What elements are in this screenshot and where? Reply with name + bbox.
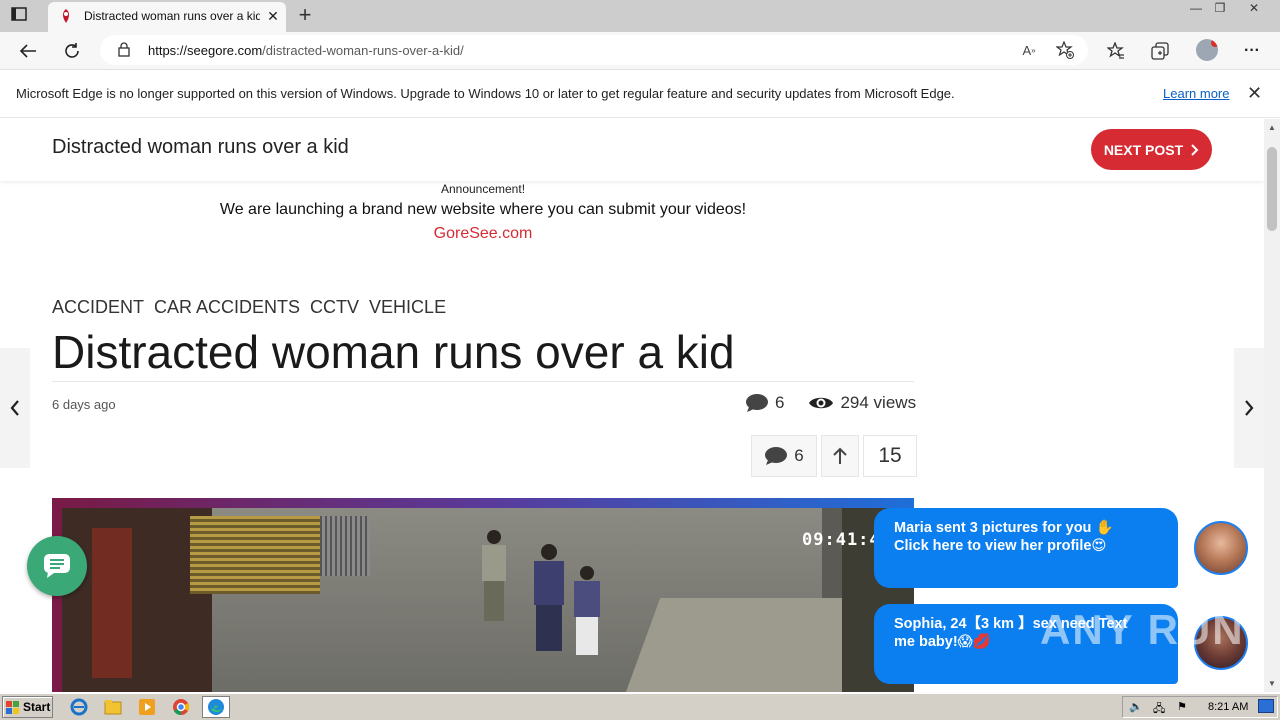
video-player[interactable]: 09:41:4: [52, 498, 914, 692]
view-count: 294 views: [840, 393, 917, 412]
browser-tab[interactable]: Distracted woman runs over a kid ✕: [48, 2, 286, 32]
chat-button[interactable]: [27, 536, 87, 596]
taskbar-clock: 8:21 AM: [1208, 701, 1249, 713]
chat-icon: [44, 554, 70, 578]
volume-icon[interactable]: 🔈: [1129, 700, 1143, 713]
category-tag[interactable]: CCTV: [310, 297, 359, 318]
title-divider: [52, 381, 914, 382]
video-shutter-2: [320, 516, 370, 576]
lock-icon[interactable]: [118, 42, 130, 62]
next-post-button[interactable]: NEXT POST: [1091, 129, 1212, 170]
video-child-figure: [482, 530, 506, 625]
collections-icon[interactable]: [1148, 39, 1172, 63]
video-child-figure: [574, 566, 600, 658]
comment-count: 6: [775, 393, 785, 412]
url-domain: https://seegore.com: [148, 43, 263, 58]
notification-line-2: Click here to view her profile😍: [894, 538, 1107, 554]
sticky-header: Distracted woman runs over a kid NEXT PO…: [0, 119, 1264, 181]
system-tray: 🔈 🖧 ⚑: [1122, 696, 1278, 718]
eye-icon: [809, 397, 834, 409]
unsupported-os-infobar: Microsoft Edge is no longer supported on…: [0, 71, 1280, 118]
url-path: /distracted-woman-runs-over-a-kid/: [262, 43, 464, 58]
vote-count: 15: [863, 435, 917, 477]
network-icon[interactable]: 🖧: [1153, 700, 1165, 719]
new-tab-button[interactable]: +: [294, 4, 316, 27]
announcement-heading: Announcement!: [440, 182, 526, 196]
comments-button-count: 6: [794, 446, 804, 465]
window-close-button[interactable]: ✕: [1242, 0, 1266, 18]
announcement-text: We are launching a brand new website whe…: [219, 201, 747, 218]
ie-icon[interactable]: [70, 698, 88, 716]
notification-line-1: Maria sent 3 pictures for you ✋: [894, 520, 1114, 536]
category-tag[interactable]: CAR ACCIDENTS: [154, 297, 300, 318]
next-post-arrow[interactable]: [1234, 348, 1264, 468]
windows-logo-icon: [6, 700, 19, 714]
start-button[interactable]: Start: [2, 696, 53, 718]
scrollbar-thumb[interactable]: [1267, 147, 1277, 231]
chrome-icon[interactable]: [172, 698, 190, 716]
chevron-right-icon: [1245, 400, 1254, 416]
browser-toolbar: https://seegore.com/distracted-woman-run…: [0, 32, 1280, 70]
learn-more-link[interactable]: Learn more: [1163, 86, 1229, 101]
prev-post-arrow[interactable]: [0, 348, 30, 468]
refresh-icon[interactable]: [60, 39, 84, 63]
edge-icon: [208, 699, 224, 715]
read-aloud-icon[interactable]: A»: [1018, 39, 1040, 61]
scroll-up-icon[interactable]: ▲: [1267, 123, 1277, 132]
add-favorite-icon[interactable]: [1054, 39, 1076, 61]
video-child-figure: [534, 544, 564, 656]
back-icon[interactable]: [16, 39, 40, 63]
post-actions: 6 15: [751, 435, 917, 477]
category-tag[interactable]: VEHICLE: [369, 297, 446, 318]
flag-icon[interactable]: ⚑: [1177, 700, 1187, 713]
comments-button[interactable]: 6: [751, 435, 817, 477]
post-date: 6 days ago: [52, 397, 116, 412]
folder-icon[interactable]: [104, 698, 122, 716]
address-bar[interactable]: https://seegore.com/distracted-woman-run…: [100, 35, 1088, 65]
notification-avatar[interactable]: [1194, 521, 1248, 575]
page-scrollbar[interactable]: ▲ ▼: [1264, 119, 1280, 692]
upvote-button[interactable]: [821, 435, 859, 477]
minimize-button[interactable]: —: [1184, 0, 1208, 18]
tab-bar: Distracted woman runs over a kid ✕ + — ❐…: [0, 0, 1280, 32]
chevron-left-icon: [10, 400, 19, 416]
next-post-label: NEXT POST: [1103, 141, 1184, 158]
category-list: ACCIDENT CAR ACCIDENTS CCTV VEHICLE: [52, 297, 446, 318]
category-tag[interactable]: ACCIDENT: [52, 297, 144, 318]
restore-button[interactable]: ❐: [1208, 0, 1232, 18]
chevron-right-icon: [1191, 143, 1199, 156]
video-shutter: [190, 516, 320, 594]
scroll-down-icon[interactable]: ▼: [1267, 679, 1277, 688]
notification-bubble[interactable]: Maria sent 3 pictures for you ✋ Click he…: [874, 508, 1178, 588]
comment-icon: [765, 447, 788, 465]
anyrun-watermark: ANY RUN: [1040, 606, 1245, 653]
arrow-up-icon: [833, 447, 847, 464]
infobar-close-icon[interactable]: ✕: [1247, 83, 1262, 103]
comment-icon: [746, 394, 768, 412]
url-text[interactable]: https://seegore.com/distracted-woman-run…: [148, 43, 464, 58]
more-menu-icon[interactable]: ···: [1240, 39, 1264, 63]
edge-taskbar-button[interactable]: [202, 696, 230, 718]
tab-title: Distracted woman runs over a kid: [84, 9, 260, 23]
infobar-message: Microsoft Edge is no longer supported on…: [16, 86, 955, 101]
video-frame[interactable]: 09:41:4: [62, 508, 914, 692]
show-desktop-icon[interactable]: [1258, 699, 1274, 713]
announcement-link[interactable]: GoreSee.com: [52, 225, 914, 243]
profile-avatar[interactable]: [1196, 39, 1218, 61]
media-player-icon[interactable]: [138, 698, 156, 716]
start-label: Start: [23, 700, 51, 714]
post-title: Distracted woman runs over a kid: [52, 326, 735, 378]
post-stats: 6 294 views: [745, 393, 916, 413]
tab-actions-icon[interactable]: [10, 6, 30, 26]
sticky-title: Distracted woman runs over a kid: [52, 136, 349, 158]
video-timestamp: 09:41:4: [802, 530, 881, 550]
favorites-icon[interactable]: [1104, 39, 1128, 63]
windows-taskbar: Start 🔈 🖧 ⚑ 8:21 AM: [0, 693, 1280, 720]
site-favicon-icon: [60, 9, 72, 23]
tab-close-icon[interactable]: ✕: [264, 7, 282, 25]
